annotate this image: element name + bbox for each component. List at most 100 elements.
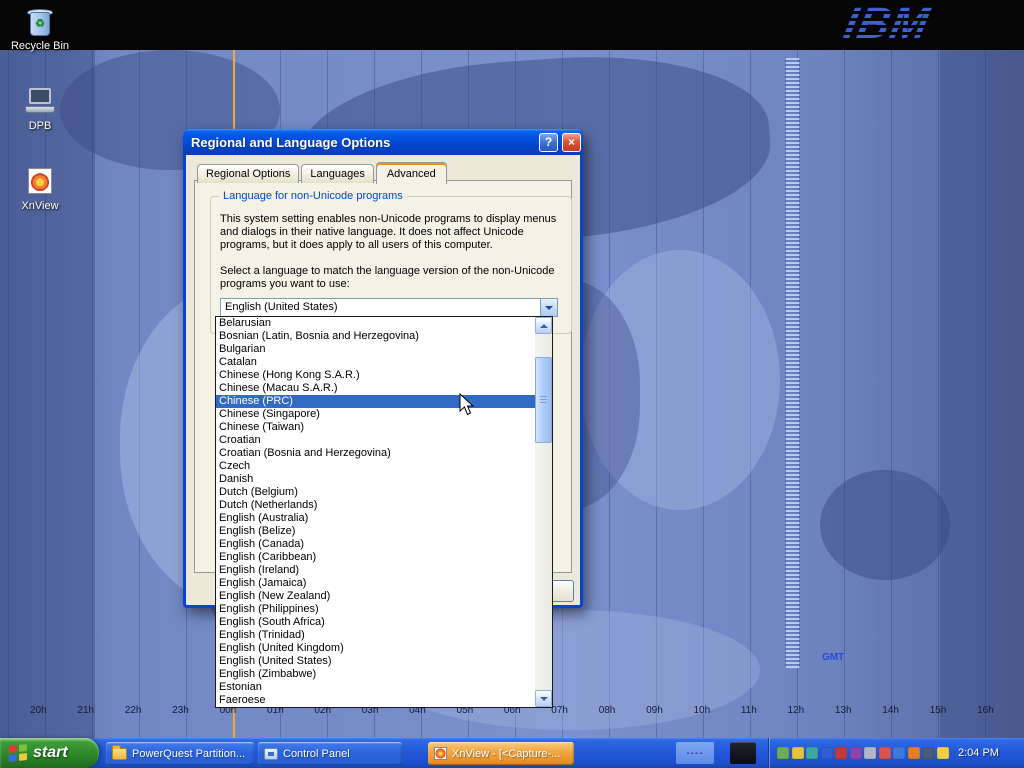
hatched-timezone-band (785, 58, 800, 668)
desktop: GMT 20h21h22h23h00h01h02h03h04h05h06h07h… (0, 0, 1024, 768)
language-list-item[interactable]: Croatian (216, 434, 535, 447)
map-landmass (820, 470, 950, 580)
recycle-bin-icon: ♻ (23, 6, 57, 38)
combobox-dropdown-button[interactable] (540, 299, 557, 316)
gmt-label: GMT (822, 652, 844, 663)
language-list-item[interactable]: Danish (216, 473, 535, 486)
language-list-item[interactable]: Faeroese (216, 694, 535, 707)
tray-icon[interactable] (893, 747, 905, 759)
language-list-item[interactable]: English (Australia) (216, 512, 535, 525)
language-list-item[interactable]: Chinese (Singapore) (216, 408, 535, 421)
desktop-icon-label: Recycle Bin (2, 40, 78, 52)
tab[interactable]: Languages (301, 164, 373, 183)
dialog-title: Regional and Language Options (183, 135, 539, 150)
desktop-icon-xnview[interactable]: XnView (2, 166, 78, 212)
language-list-item[interactable]: Belarusian (216, 317, 535, 330)
language-list-item[interactable]: Chinese (Taiwan) (216, 421, 535, 434)
taskbar-app-icon[interactable] (730, 742, 756, 764)
language-list-item[interactable]: English (Ireland) (216, 564, 535, 577)
language-list-item[interactable]: Croatian (Bosnia and Herzegovina) (216, 447, 535, 460)
language-list-item[interactable]: English (Canada) (216, 538, 535, 551)
language-combobox[interactable]: English (United States) (220, 298, 558, 317)
non-unicode-groupbox: Language for non-Unicode programs This s… (210, 196, 572, 334)
tray-icon[interactable] (777, 747, 789, 759)
language-list-item[interactable]: Chinese (PRC) (216, 395, 535, 408)
language-list-item[interactable]: English (Trinidad) (216, 629, 535, 642)
language-list-item[interactable]: English (Zimbabwe) (216, 668, 535, 681)
timezone-label: 22h (125, 705, 142, 716)
tab[interactable]: Advanced (376, 162, 447, 184)
dropdown-scrollbar[interactable] (535, 317, 552, 707)
language-list-item[interactable]: Chinese (Hong Kong S.A.R.) (216, 369, 535, 382)
windows-flag-icon (9, 744, 27, 762)
timezone-label: 13h (835, 705, 852, 716)
language-list-item[interactable]: English (New Zealand) (216, 590, 535, 603)
language-list-item[interactable]: English (Philippines) (216, 603, 535, 616)
scrollbar-thumb[interactable] (535, 357, 552, 443)
tab[interactable]: Regional Options (197, 164, 299, 183)
language-list-item[interactable]: Bosnian (Latin, Bosnia and Herzegovina) (216, 330, 535, 343)
map-landmass (0, 50, 95, 738)
taskbar-deskband[interactable]: ---- (676, 742, 714, 764)
timezone-label: 07h (551, 705, 568, 716)
taskbar-button-label: Control Panel (283, 748, 350, 760)
scroll-up-button[interactable] (535, 317, 552, 334)
laptop-icon (23, 86, 57, 118)
xnview-icon (434, 747, 447, 760)
tray-icon[interactable] (792, 747, 804, 759)
language-dropdown-list: BelarusianBosnian (Latin, Bosnia and Her… (215, 316, 553, 708)
taskbar-button-control-panel[interactable]: Control Panel (258, 742, 402, 765)
language-list-item[interactable]: English (United Kingdom) (216, 642, 535, 655)
ibm-logo-stripes (835, 0, 965, 48)
start-button[interactable]: start (0, 738, 99, 768)
tray-icon[interactable] (937, 747, 949, 759)
timezone-label: 11h (741, 705, 757, 716)
description-text: This system setting enables non-Unicode … (220, 213, 562, 252)
regional-language-options-dialog: Regional and Language Options ? × Region… (183, 129, 583, 608)
language-list: BelarusianBosnian (Latin, Bosnia and Her… (216, 317, 535, 707)
language-list-item[interactable]: Dutch (Belgium) (216, 486, 535, 499)
language-list-item[interactable]: Chinese (Macau S.A.R.) (216, 382, 535, 395)
help-button[interactable]: ? (539, 133, 558, 152)
tray-icon[interactable] (821, 747, 833, 759)
language-list-item[interactable]: English (United States) (216, 655, 535, 668)
tray-icon[interactable] (879, 747, 891, 759)
timezone-label: 09h (646, 705, 663, 716)
language-list-item[interactable]: English (Jamaica) (216, 577, 535, 590)
tray-icon[interactable] (908, 747, 920, 759)
close-button[interactable]: × (562, 133, 581, 152)
tray-icon[interactable] (922, 747, 934, 759)
language-list-item[interactable]: English (Caribbean) (216, 551, 535, 564)
mouse-cursor (459, 393, 479, 417)
language-list-item[interactable]: Dutch (Netherlands) (216, 499, 535, 512)
language-list-item[interactable]: Estonian (216, 681, 535, 694)
timezone-label: 10h (693, 705, 710, 716)
taskbar-button-label: XnView - [<Capture-... (452, 748, 560, 760)
language-list-item[interactable]: Czech (216, 460, 535, 473)
taskbar-button-label: PowerQuest Partition... (132, 748, 245, 760)
timezone-label: 08h (599, 705, 616, 716)
chevron-down-icon (545, 306, 553, 310)
desktop-icon-recycle-bin[interactable]: ♻ Recycle Bin (2, 6, 78, 52)
folder-icon (112, 748, 127, 760)
tray-icon[interactable] (850, 747, 862, 759)
tray-icon[interactable] (835, 747, 847, 759)
tray-icon[interactable] (864, 747, 876, 759)
taskbar-clock[interactable]: 2:04 PM (958, 747, 999, 759)
desktop-icon-dpb[interactable]: DPB (2, 86, 78, 132)
timezone-label: 21h (77, 705, 94, 716)
taskbar-button-xnview[interactable]: XnView - [<Capture-... (428, 742, 574, 765)
desktop-icon-label: DPB (2, 120, 78, 132)
map-landmass (940, 50, 1024, 738)
dialog-titlebar[interactable]: Regional and Language Options ? × (183, 129, 583, 155)
taskbar-button-powerquest[interactable]: PowerQuest Partition... (106, 742, 254, 765)
combobox-value: English (United States) (221, 299, 540, 316)
scroll-down-button[interactable] (535, 690, 552, 707)
language-list-item[interactable]: Catalan (216, 356, 535, 369)
timezone-label: 14h (882, 705, 899, 716)
language-list-item[interactable]: English (Belize) (216, 525, 535, 538)
language-list-item[interactable]: English (South Africa) (216, 616, 535, 629)
tray-icon[interactable] (806, 747, 818, 759)
language-list-item[interactable]: Bulgarian (216, 343, 535, 356)
timezone-label: 16h (977, 705, 994, 716)
